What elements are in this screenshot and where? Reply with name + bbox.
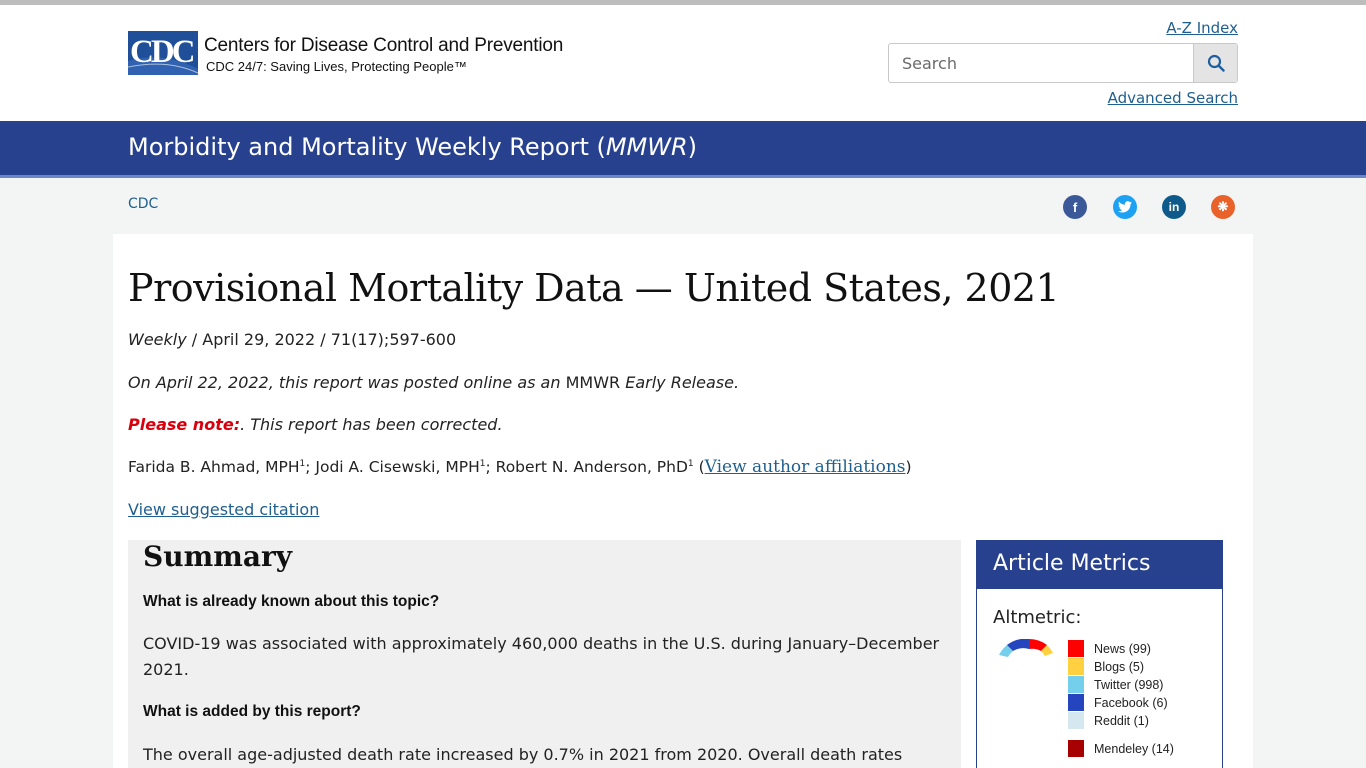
az-index-link[interactable]: A-Z Index <box>1166 19 1238 37</box>
legend-blogs[interactable]: Blogs (5) <box>1068 658 1144 675</box>
legend-label: Blogs (5) <box>1094 659 1145 674</box>
news-swatch <box>1068 640 1084 657</box>
summary-answer: COVID-19 was associated with approximate… <box>143 634 940 679</box>
author-separator: ; <box>485 458 496 476</box>
search-icon <box>1207 54 1225 72</box>
author-separator: ; <box>305 458 316 476</box>
facebook-icon[interactable]: f <box>1063 195 1087 219</box>
blogs-swatch <box>1068 658 1084 675</box>
author-name: Farida B. Ahmad, MPH <box>128 458 300 476</box>
search-input[interactable] <box>889 44 1193 82</box>
legend-news[interactable]: News (99) <box>1068 640 1151 657</box>
note-text: . This report has been corrected. <box>240 415 503 434</box>
syndication-icon[interactable]: ❋ <box>1211 195 1235 219</box>
early-release-note: On April 22, 2022, this report was poste… <box>128 373 739 392</box>
metrics-heading: Article Metrics <box>977 541 1222 589</box>
facebook-swatch <box>1068 694 1084 711</box>
note-label: Please note: <box>128 415 241 434</box>
author-list: Farida B. Ahmad, MPH1; Jodi A. Cisewski,… <box>128 457 912 477</box>
facebook-glyph: f <box>1072 199 1078 215</box>
twitter-icon[interactable] <box>1113 195 1137 219</box>
breadcrumb-cdc[interactable]: CDC <box>128 196 158 212</box>
twitter-bird-glyph <box>1118 201 1132 213</box>
logo-text: CDC <box>130 34 195 70</box>
site-header: CDC Centers for Disease Control and Prev… <box>0 5 1366 121</box>
linkedin-glyph: in <box>1168 200 1180 214</box>
org-name[interactable]: Centers for Disease Control and Preventi… <box>204 35 563 57</box>
article-meta: Weekly / April 29, 2022 / 71(17);597-600 <box>128 330 456 349</box>
tagline: CDC 24/7: Saving Lives, Protecting Peopl… <box>206 59 467 74</box>
legend-twitter[interactable]: Twitter (998) <box>1068 676 1163 693</box>
summary-box: Summary What is already known about this… <box>128 540 961 768</box>
summary-question: What is already known about this topic? <box>143 593 440 610</box>
legend-reddit[interactable]: Reddit (1) <box>1068 712 1149 729</box>
view-affiliations-link[interactable]: View author affiliations <box>705 457 906 477</box>
suggested-citation-link[interactable]: View suggested citation <box>128 500 319 519</box>
legend-facebook[interactable]: Facebook (6) <box>1068 694 1168 711</box>
search-button[interactable] <box>1193 44 1237 82</box>
summary-question: What is added by this report? <box>143 703 361 720</box>
legend-label: Facebook (6) <box>1094 695 1168 710</box>
altmetric-donut-icon[interactable] <box>995 639 1059 669</box>
search-box <box>888 43 1238 83</box>
author-name: Robert N. Anderson, PhD <box>495 458 688 476</box>
legend-label: News (99) <box>1094 641 1151 656</box>
author-name: Jodi A. Cisewski, MPH <box>315 458 480 476</box>
early-prefix: On April 22, 2022, this report was poste… <box>128 373 566 392</box>
summary-answer: The overall age-adjusted death rate incr… <box>143 745 903 764</box>
banner-title-prefix: Morbidity and Mortality Weekly Report ( <box>128 133 606 161</box>
linkedin-icon[interactable]: in <box>1162 195 1186 219</box>
article-metrics-panel: Article Metrics Altmetric: News (99) Blo… <box>976 540 1223 768</box>
paren-open: ( <box>693 458 705 476</box>
series-label: Weekly <box>128 330 187 349</box>
twitter-swatch <box>1068 676 1084 693</box>
legend-label: Twitter (998) <box>1094 677 1164 692</box>
banner-title-mmwr: MMWR <box>605 133 688 161</box>
legend-label: Mendeley (14) <box>1094 741 1174 756</box>
mendeley-swatch <box>1068 740 1084 757</box>
paren-close: ) <box>905 458 912 476</box>
reddit-swatch <box>1068 712 1084 729</box>
legend-label: Reddit (1) <box>1094 713 1149 728</box>
summary-heading: Summary <box>143 540 292 573</box>
banner-title-suffix: ) <box>687 133 698 161</box>
correction-note: Please note:. This report has been corre… <box>128 415 503 434</box>
mmwr-banner: Morbidity and Mortality Weekly Report (M… <box>0 121 1366 178</box>
legend-mendeley[interactable]: Mendeley (14) <box>1068 740 1174 757</box>
altmetric-label: Altmetric: <box>993 607 1082 628</box>
publication-info: / April 29, 2022 / 71(17);597-600 <box>186 330 457 349</box>
early-mmwr: MMWR <box>565 373 621 392</box>
advanced-search-link[interactable]: Advanced Search <box>1108 89 1238 107</box>
syndication-glyph: ❋ <box>1217 199 1229 214</box>
article-title: Provisional Mortality Data — United Stat… <box>128 266 1060 310</box>
cdc-logo[interactable]: CDC <box>128 31 198 75</box>
early-suffix: Early Release. <box>620 373 740 392</box>
banner-title[interactable]: Morbidity and Mortality Weekly Report (M… <box>128 133 697 161</box>
